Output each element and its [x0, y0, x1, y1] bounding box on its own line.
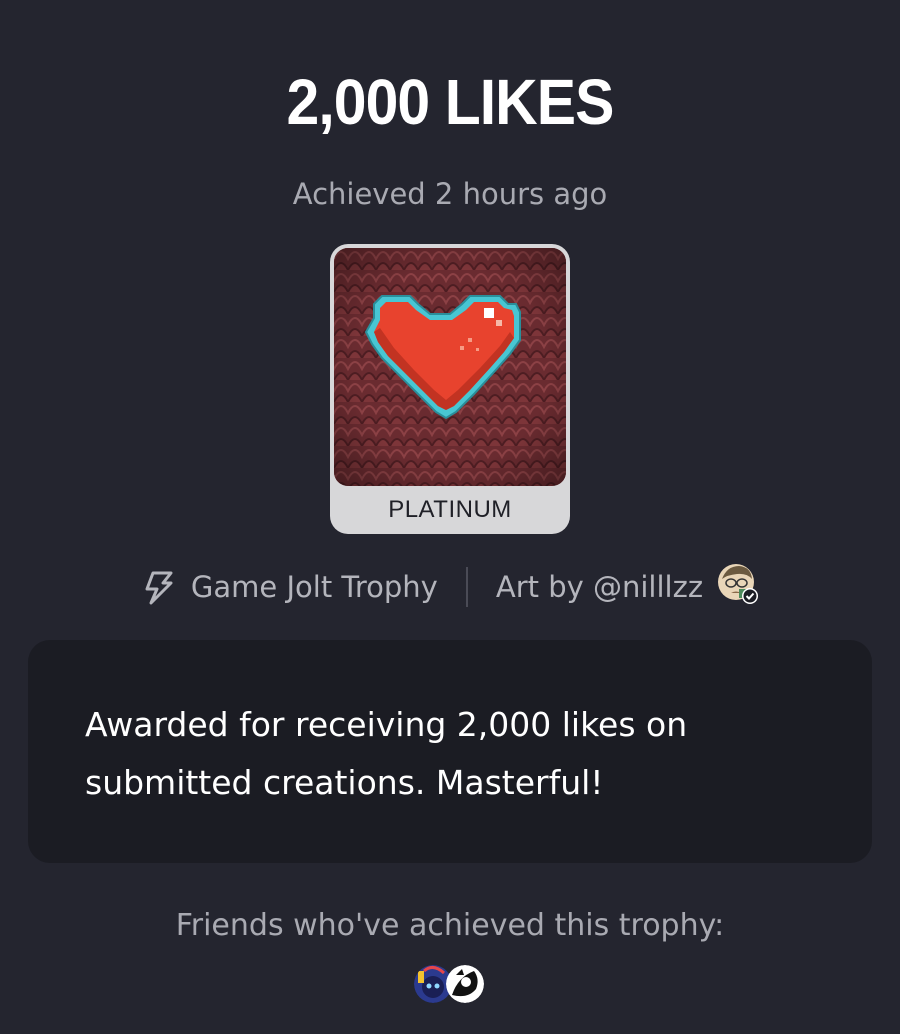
trophy-description: Awarded for receiving 2,000 likes on sub… — [85, 705, 688, 802]
verified-check-icon — [742, 588, 759, 604]
trophy-tier-label: PLATINUM — [388, 496, 512, 523]
trophy-source-label: Game Jolt Trophy — [190, 570, 438, 604]
game-jolt-bolt-icon — [141, 569, 177, 605]
friend-avatar[interactable] — [446, 965, 484, 1003]
trophy-thumbnail[interactable]: PLATINUM — [330, 244, 570, 534]
trophy-detail-page: 2,000 LIKES Achieved 2 hours ago PLATINU… — [0, 0, 900, 1034]
friends-achieved-label: Friends who've achieved this trophy: — [175, 908, 725, 943]
achieved-time: Achieved 2 hours ago — [292, 177, 608, 211]
trophy-art-heart — [334, 248, 566, 486]
trophy-description-card: Awarded for receiving 2,000 likes on sub… — [28, 640, 872, 863]
artist-avatar[interactable] — [717, 563, 759, 605]
trophy-meta-row: Game Jolt Trophy Art by @nilllzz — [0, 562, 900, 612]
meta-divider — [465, 567, 468, 607]
trophy-title: 2,000 LIKES — [286, 66, 615, 138]
friends-avatar-stack — [414, 965, 488, 1005]
art-credit-link[interactable]: Art by @nilllzz — [496, 570, 703, 604]
